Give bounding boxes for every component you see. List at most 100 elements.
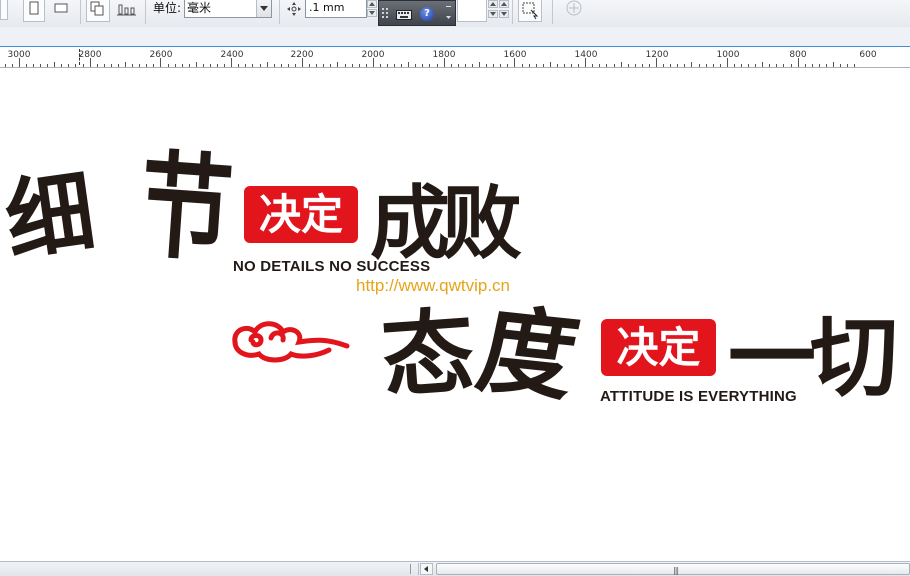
ruler-tick — [599, 64, 601, 67]
ruler-tick — [210, 64, 211, 67]
ruler-tick — [507, 64, 509, 67]
ruler-tick — [762, 62, 764, 67]
nudge-distance-input[interactable]: .1 mm — [305, 0, 367, 18]
ruler-label: 1000 — [716, 50, 740, 60]
ruler-tick — [33, 64, 34, 67]
ruler-tick — [125, 62, 126, 67]
grip-icon: ||| — [673, 566, 679, 575]
ruler-tick — [748, 64, 749, 67]
ruler-tick — [528, 64, 530, 67]
position-up-spinner[interactable] — [488, 0, 498, 8]
ruler-tick — [252, 64, 254, 67]
ruler-tick — [68, 64, 70, 67]
ruler-tick — [450, 64, 452, 67]
portrait-button[interactable] — [23, 0, 45, 22]
ruler-tick — [103, 64, 105, 67]
ruler-tick — [117, 64, 119, 67]
landscape-button[interactable] — [49, 0, 73, 22]
grip-icon[interactable] — [381, 7, 389, 21]
brush-char-du: 度 — [468, 292, 588, 415]
ruler-tick — [429, 64, 431, 67]
help-icon[interactable]: ? — [420, 7, 434, 21]
add-icon[interactable] — [565, 0, 583, 18]
ruler-tick — [273, 64, 275, 67]
toolbar-separator — [512, 0, 513, 24]
badge-decide-1: 决定 — [244, 186, 358, 243]
units-select[interactable]: 毫米 — [184, 0, 272, 18]
ruler-tick — [259, 64, 261, 67]
ruler-tick — [677, 64, 679, 67]
ruler-tick — [847, 64, 849, 67]
scroll-left-button[interactable] — [420, 563, 433, 575]
ruler-tick — [471, 64, 473, 67]
position-down-spinner[interactable] — [488, 10, 498, 18]
chevron-down-icon[interactable] — [445, 4, 453, 22]
page-navigator[interactable] — [0, 563, 419, 575]
ruler-tick — [146, 64, 148, 67]
ruler-tick — [238, 64, 240, 67]
ruler-tick — [266, 62, 268, 67]
ruler-tick — [188, 64, 190, 67]
ruler-tick — [684, 64, 686, 67]
property-bar: 单位: 毫米 .1 mm ? — [0, 0, 910, 28]
ruler-tick — [167, 64, 169, 67]
ruler-tick — [110, 64, 112, 67]
ruler-tick — [712, 64, 714, 67]
drawing-canvas[interactable]: 细 节 决定 成败 NO DETAILS NO SUCCESS http://w… — [0, 68, 910, 560]
chevron-down-icon[interactable] — [256, 0, 271, 17]
units-label: 单位: — [153, 1, 182, 15]
nudge-up-spinner[interactable] — [367, 0, 377, 8]
ruler-tick — [358, 64, 360, 67]
ruler-tick — [47, 64, 49, 67]
heading-success-failure: 成败 — [370, 177, 522, 270]
watermark-url: http://www.qwtvip.cn — [356, 276, 511, 295]
ruler-tick — [337, 62, 339, 67]
ruler-tick — [656, 58, 657, 67]
ruler-tick — [287, 64, 289, 67]
ruler-tick — [415, 64, 417, 67]
object-frame-button[interactable] — [518, 0, 542, 22]
ruler-tick — [217, 64, 218, 67]
ruler-tick — [436, 64, 438, 67]
scroll-stub-button[interactable] — [0, 0, 8, 20]
floating-toolbar: ? — [378, 0, 456, 26]
ruler-tick — [535, 64, 537, 67]
ruler-tick — [323, 64, 325, 67]
ruler-tick — [422, 64, 424, 67]
ruler-tick — [705, 64, 707, 67]
horizontal-ruler[interactable]: 3000 2800 2600 2400 2200 2000 1800 1600 … — [0, 47, 910, 68]
ruler-tick — [733, 64, 735, 67]
copy-page-button[interactable] — [86, 0, 110, 22]
ruler-tick — [776, 64, 778, 67]
ruler-tick — [96, 64, 98, 67]
ruler-cursor-marker — [79, 49, 81, 65]
ruler-tick — [549, 62, 551, 67]
toolbar-separator — [80, 0, 81, 24]
ruler-tick — [564, 64, 565, 67]
ruler-tick — [132, 64, 134, 67]
ruler-tick — [464, 64, 466, 67]
ruler-tick — [224, 64, 226, 67]
scroll-thumb[interactable]: ||| — [436, 563, 910, 575]
brush-char-tai: 态 — [378, 296, 478, 412]
align-icon — [117, 4, 136, 16]
horizontal-scrollbar[interactable]: ||| — [0, 561, 910, 576]
ruler-tick — [394, 64, 395, 67]
ruler-tick — [401, 64, 403, 67]
ruler-tick — [542, 64, 544, 67]
size-up-spinner[interactable] — [499, 0, 509, 8]
nudge-down-spinner[interactable] — [367, 9, 377, 17]
nudge-icon — [287, 2, 301, 16]
size-down-spinner[interactable] — [499, 10, 509, 18]
brush-char-jie: 节 — [135, 137, 237, 279]
keyboard-icon[interactable] — [396, 10, 412, 20]
ruler-tick — [54, 62, 56, 67]
ruler-tick — [726, 58, 728, 67]
ruler-tick — [330, 64, 332, 67]
position-field[interactable] — [457, 0, 487, 22]
ruler-tick — [40, 64, 41, 67]
ruler-tick — [11, 64, 13, 67]
ruler-tick — [365, 64, 367, 67]
align-button[interactable] — [114, 0, 140, 22]
portrait-icon — [29, 1, 39, 15]
